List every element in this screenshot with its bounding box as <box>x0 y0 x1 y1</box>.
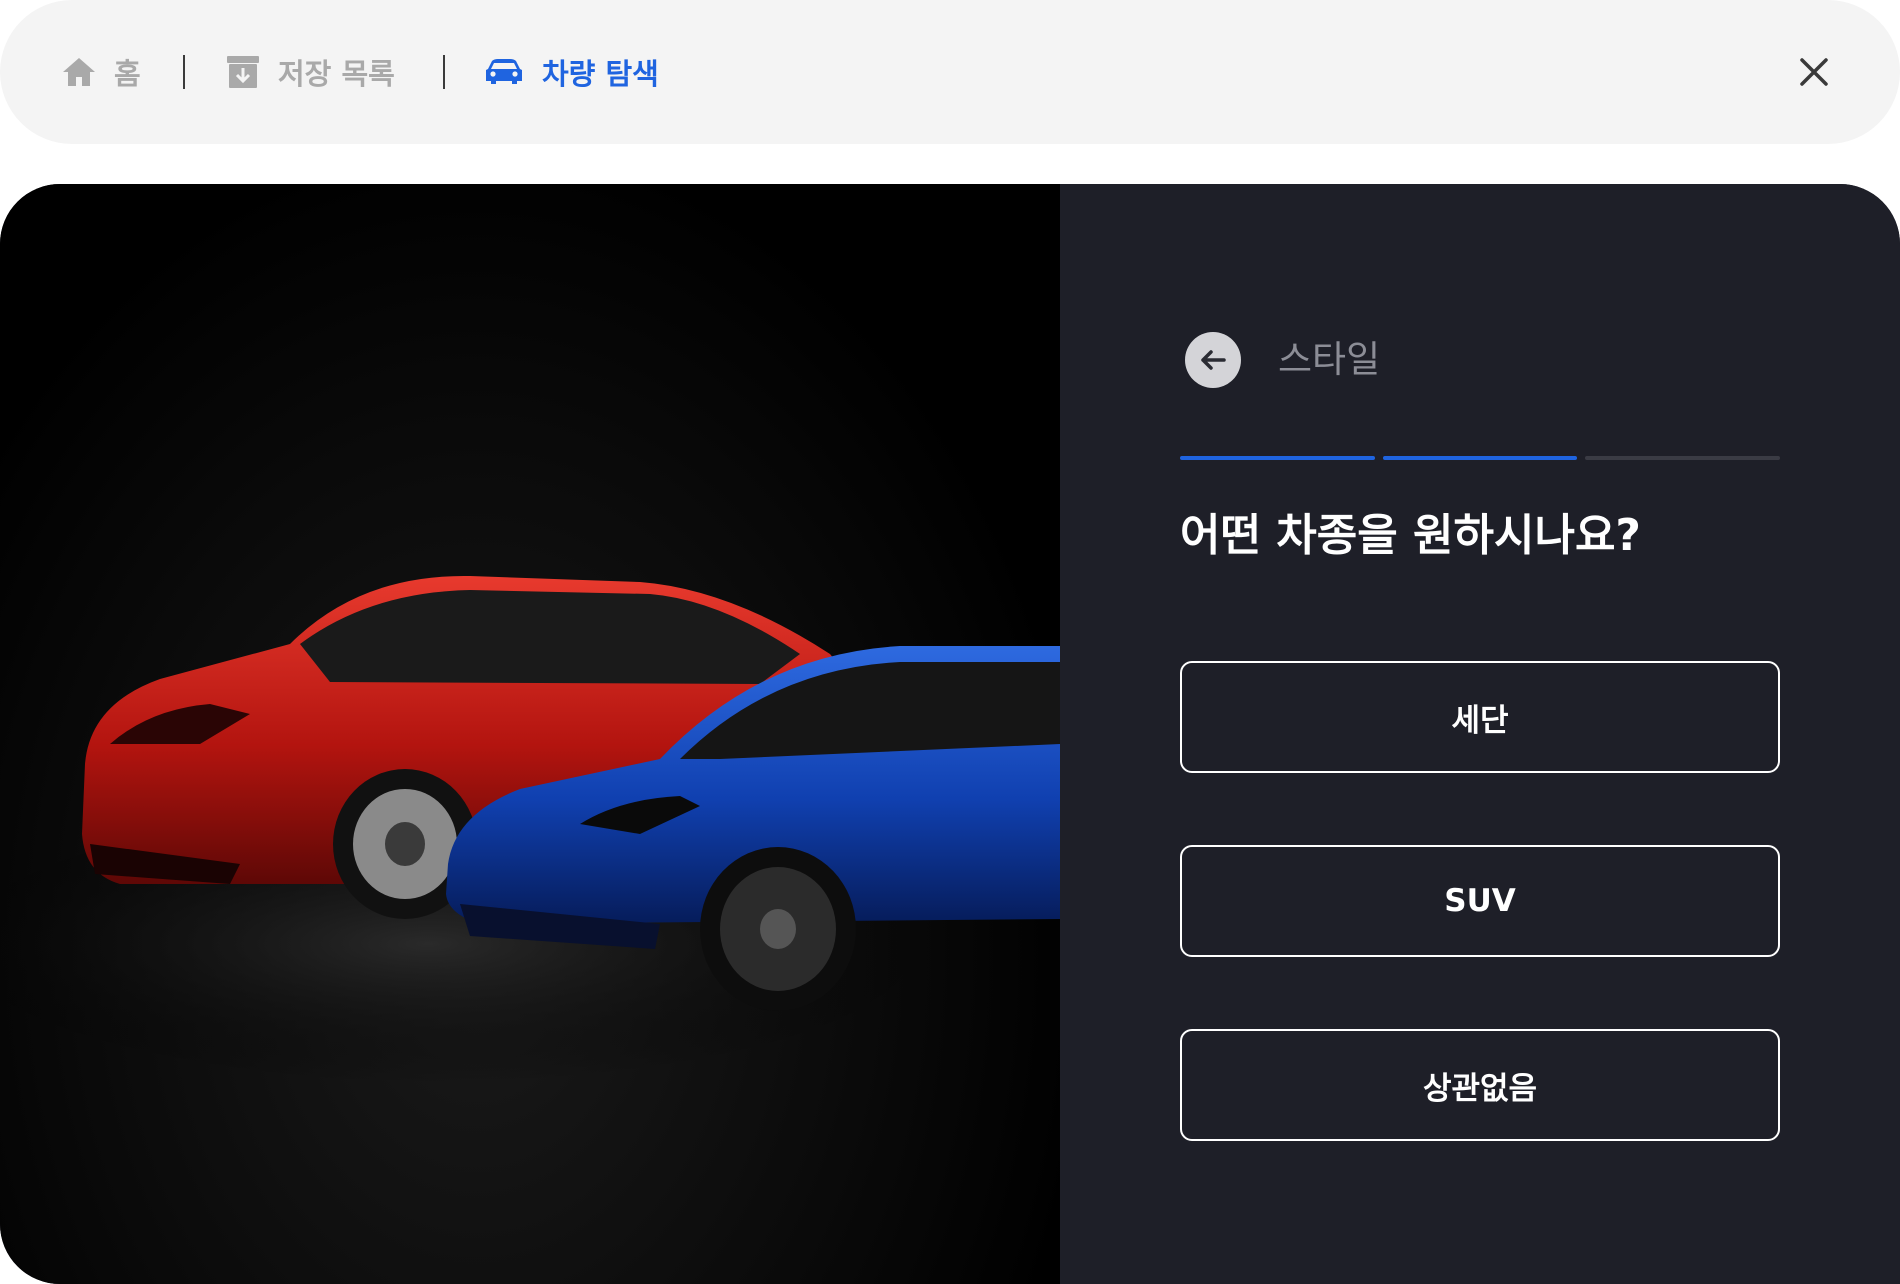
back-button[interactable] <box>1185 332 1241 388</box>
progress-bar <box>1180 456 1781 460</box>
progress-segment <box>1180 456 1375 460</box>
home-icon <box>62 56 96 88</box>
nav-saved-label: 저장 목록 <box>278 57 395 91</box>
question-title: 어떤 차종을 원하시나요? <box>1180 510 1641 561</box>
step-title: 스타일 <box>1278 338 1381 381</box>
nav-home[interactable]: 홈 <box>62 0 141 144</box>
archive-icon <box>226 54 260 90</box>
question-panel: 스타일 어떤 차종을 원하시나요? 세단 SUV 상관없음 <box>1060 184 1900 1284</box>
nav-divider <box>183 55 185 89</box>
nav-explore-label: 차량 탐색 <box>542 57 659 91</box>
car-icon <box>484 58 524 86</box>
nav-divider <box>443 55 445 89</box>
cars-illustration <box>0 575 1060 1084</box>
close-button[interactable] <box>1790 48 1838 96</box>
option-suv-button[interactable]: SUV <box>1180 845 1780 957</box>
option-any-button[interactable]: 상관없음 <box>1180 1029 1780 1141</box>
vehicle-finder-card: 스타일 어떤 차종을 원하시나요? 세단 SUV 상관없음 <box>0 184 1900 1284</box>
arrow-left-icon <box>1201 350 1226 370</box>
nav-home-label: 홈 <box>114 57 141 91</box>
progress-segment <box>1585 456 1781 460</box>
hero-image <box>0 184 1060 1284</box>
close-icon <box>1800 58 1828 86</box>
nav-saved[interactable]: 저장 목록 <box>226 0 395 144</box>
nav-explore[interactable]: 차량 탐색 <box>484 0 659 144</box>
option-sedan-button[interactable]: 세단 <box>1180 661 1780 773</box>
top-nav-bar: 홈 저장 목록 차량 탐색 <box>0 0 1900 144</box>
progress-segment <box>1382 456 1578 460</box>
